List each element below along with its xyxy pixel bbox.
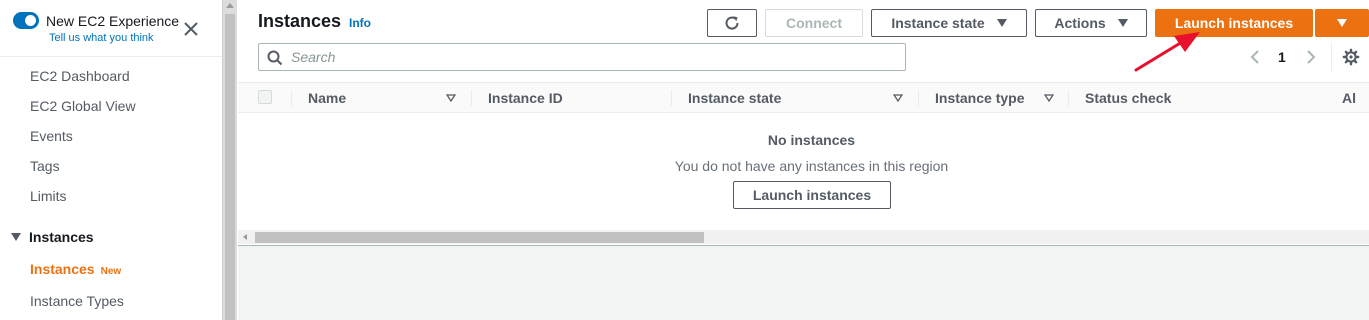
launch-options-button[interactable] xyxy=(1315,9,1369,37)
connect-button[interactable]: Connect xyxy=(765,9,863,37)
instance-state-button[interactable]: Instance state xyxy=(871,9,1027,37)
column-divider xyxy=(671,90,672,106)
search-input[interactable] xyxy=(291,48,891,66)
new-badge: New xyxy=(100,266,122,277)
sidebar-item-instances[interactable]: Instances New xyxy=(30,261,121,277)
sidebar-divider xyxy=(0,56,222,57)
chevron-left-icon[interactable] xyxy=(1247,49,1263,65)
filter-sort-icon[interactable] xyxy=(446,93,456,103)
empty-launch-instances-button[interactable]: Launch instances xyxy=(733,181,891,209)
caret-down-icon xyxy=(1337,19,1347,27)
instance-state-label: Instance state xyxy=(891,15,985,31)
filter-sort-icon[interactable] xyxy=(1044,93,1054,103)
sidebar-item-tags[interactable]: Tags xyxy=(30,158,60,174)
sidebar: New EC2 Experience Tell us what you thin… xyxy=(0,0,222,320)
empty-state-description: You do not have any instances in this re… xyxy=(674,158,949,174)
column-header-alarm-status[interactable]: Al xyxy=(1342,90,1356,106)
sidebar-item-ec2-global-view[interactable]: EC2 Global View xyxy=(30,98,136,114)
column-divider xyxy=(471,90,472,106)
search-icon xyxy=(267,50,283,66)
sidebar-item-events[interactable]: Events xyxy=(30,128,73,144)
column-header-status-check[interactable]: Status check xyxy=(1085,90,1171,106)
empty-state-title: No instances xyxy=(767,132,856,148)
new-experience-toggle[interactable] xyxy=(13,12,39,29)
caret-down-icon xyxy=(11,233,21,241)
table-header: Name Instance ID Instance state Instance… xyxy=(238,82,1369,113)
scroll-thumb[interactable] xyxy=(225,14,235,320)
scroll-left-arrow[interactable] xyxy=(243,234,247,240)
horizontal-scrollbar[interactable] xyxy=(238,230,1369,244)
page-number[interactable]: 1 xyxy=(1278,49,1286,65)
select-all-checkbox[interactable] xyxy=(258,90,272,104)
caret-down-icon xyxy=(996,19,1007,27)
column-divider xyxy=(1068,90,1069,106)
sidebar-item-instance-types[interactable]: Instance Types xyxy=(30,293,124,309)
info-link[interactable]: Info xyxy=(349,16,371,30)
column-header-instance-type[interactable]: Instance type xyxy=(935,90,1024,106)
column-divider xyxy=(291,90,292,106)
sidebar-item-label: Instances xyxy=(30,261,95,277)
refresh-icon xyxy=(725,16,739,30)
toggle-knob xyxy=(25,15,36,26)
search-box[interactable] xyxy=(258,43,906,71)
column-divider xyxy=(918,90,919,106)
annotation-arrow xyxy=(1134,32,1200,72)
sidebar-item-ec2-dashboard[interactable]: EC2 Dashboard xyxy=(30,68,130,84)
filter-sort-icon[interactable] xyxy=(893,93,903,103)
page-title: Instances xyxy=(258,11,342,31)
scroll-up-arrow[interactable] xyxy=(226,3,234,8)
sidebar-item-limits[interactable]: Limits xyxy=(30,188,67,204)
sidebar-section-label: Instances xyxy=(29,229,94,245)
feedback-link[interactable]: Tell us what you think xyxy=(49,32,154,44)
caret-down-icon xyxy=(1117,19,1128,27)
column-header-instance-state[interactable]: Instance state xyxy=(688,90,781,106)
sidebar-scrollbar[interactable] xyxy=(222,0,237,320)
scroll-thumb[interactable] xyxy=(255,232,704,243)
column-header-name[interactable]: Name xyxy=(308,90,346,106)
chevron-right-icon[interactable] xyxy=(1303,49,1319,65)
actions-label: Actions xyxy=(1054,15,1106,31)
sidebar-section-instances[interactable]: Instances xyxy=(11,229,94,245)
close-icon[interactable] xyxy=(181,19,201,39)
new-experience-title: New EC2 Experience xyxy=(46,13,180,29)
column-header-instance-id[interactable]: Instance ID xyxy=(488,90,563,106)
refresh-button[interactable] xyxy=(707,9,757,37)
pagination-divider xyxy=(1331,43,1332,71)
settings-icon[interactable] xyxy=(1342,48,1360,66)
